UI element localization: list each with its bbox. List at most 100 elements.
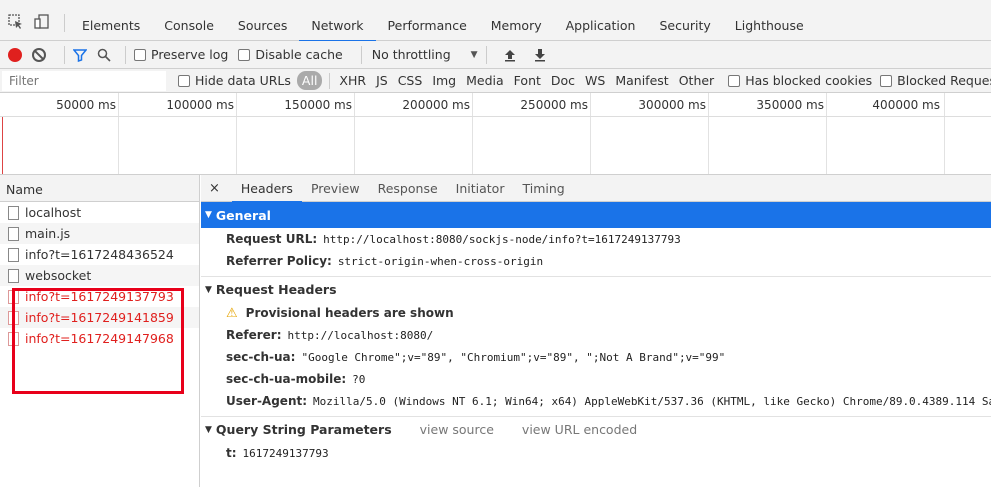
header-key: Referer: [226,328,282,342]
network-toolbar: Preserve log Disable cache No throttling… [0,41,991,69]
section-title: General [215,207,271,223]
tab-preview[interactable]: Preview [302,175,369,202]
gridline [944,117,945,174]
throttling-select[interactable]: No throttling ▼ [372,47,478,62]
header-row: sec-ch-ua: "Google Chrome";v="89", "Chro… [201,346,991,368]
filter-input[interactable] [2,70,166,91]
name-column-header[interactable]: Name [0,175,199,202]
request-row[interactable]: info?t=1617248436524 [0,244,199,265]
type-filter-manifest[interactable]: Manifest [611,71,672,90]
checkbox-box[interactable] [728,74,741,87]
section-title: Request Headers [215,282,337,297]
record-button[interactable] [8,47,22,62]
divider [329,72,331,89]
checkbox-box[interactable] [134,48,146,61]
timeline-tick: 200000 ms [402,98,470,112]
section-request-headers[interactable]: ▼ Request Headers [201,276,991,302]
tab-lighthouse[interactable]: Lighthouse [723,12,816,42]
request-row[interactable]: websocket [0,265,199,286]
tab-response[interactable]: Response [369,175,447,202]
disable-cache-checkbox[interactable]: Disable cache [238,47,343,62]
hide-data-urls-label: Hide data URLs [195,73,291,88]
tab-security[interactable]: Security [647,12,722,42]
file-icon [8,247,19,262]
tab-timing[interactable]: Timing [513,175,573,202]
tab-network[interactable]: Network [299,12,376,42]
filter-icon[interactable] [72,48,88,62]
header-row: User-Agent: Mozilla/5.0 (Windows NT 6.1;… [201,390,991,412]
divider [485,45,487,64]
tab-console[interactable]: Console [152,12,226,42]
header-value: http://localhost:8080/ [287,328,434,342]
preserve-log-label: Preserve log [151,47,229,62]
type-filter-other[interactable]: Other [675,71,719,90]
header-value: Mozilla/5.0 (Windows NT 6.1; Win64; x64)… [313,394,991,408]
timeline-tick: 300000 ms [638,98,706,112]
type-filter-img[interactable]: Img [428,71,460,90]
search-icon[interactable] [97,48,111,62]
has-blocked-cookies-checkbox[interactable]: Has blocked cookies [728,73,872,88]
tab-application[interactable]: Application [554,12,648,42]
gridline [354,117,355,174]
type-filter-css[interactable]: CSS [394,71,427,90]
request-row[interactable]: main.js [0,223,199,244]
param-row: t: 1617249137793 [201,442,991,464]
hide-data-urls-checkbox[interactable]: Hide data URLs [178,73,291,88]
timeline-overview[interactable]: 50000 ms 100000 ms 150000 ms 200000 ms 2… [0,93,991,175]
blocked-requests-checkbox[interactable]: Blocked Requests [880,73,991,88]
request-name: main.js [25,226,71,241]
import-har-icon[interactable] [503,48,517,62]
request-row[interactable]: localhost [0,202,199,223]
type-filter-ws[interactable]: WS [581,71,609,90]
gridline [708,93,709,116]
timeline-tick: 150000 ms [284,98,352,112]
view-source-link[interactable]: view source [420,422,494,437]
tab-sources[interactable]: Sources [226,12,299,42]
clear-button[interactable] [32,47,46,62]
file-icon [8,268,19,283]
tab-memory[interactable]: Memory [479,12,554,42]
type-filter-font[interactable]: Font [510,71,545,90]
gridline [118,117,119,174]
checkbox-box[interactable] [238,48,251,61]
inspect-element-icon[interactable] [8,14,24,30]
gridline [590,117,591,174]
detail-tabs: × Headers Preview Response Initiator Tim… [201,175,991,203]
param-key: t: [226,446,237,460]
header-key: Referrer Policy: [226,254,332,268]
gridline [236,93,237,116]
tab-elements[interactable]: Elements [70,12,152,42]
header-key: sec-ch-ua-mobile: [226,372,347,386]
resource-type-filters: All XHR JS CSS Img Media Font Doc WS Man… [296,71,720,90]
tab-initiator[interactable]: Initiator [447,175,514,202]
type-filter-doc[interactable]: Doc [547,71,579,90]
close-icon[interactable]: × [209,181,220,196]
timeline-tick: 50000 ms [56,98,116,112]
header-row: sec-ch-ua-mobile: ?0 [201,368,991,390]
preserve-log-checkbox[interactable]: Preserve log [134,47,228,62]
section-query-string-parameters[interactable]: ▼ Query String Parameters view source vi… [201,416,991,442]
header-value: strict-origin-when-cross-origin [337,254,544,268]
tab-headers[interactable]: Headers [231,175,302,203]
type-filter-media[interactable]: Media [462,71,508,90]
type-filter-js[interactable]: JS [372,71,392,90]
gridline [472,93,473,116]
export-har-icon[interactable] [533,48,547,62]
header-value: ?0 [352,372,366,386]
checkbox-box[interactable] [880,74,893,87]
blocked-requests-label: Blocked Requests [897,73,991,88]
section-title: Query String Parameters [215,422,392,437]
timeline-tick: 400000 ms [872,98,940,112]
device-toolbar-icon[interactable] [34,14,50,30]
gridline [944,93,945,116]
tab-performance[interactable]: Performance [376,12,479,42]
view-url-encoded-link[interactable]: view URL encoded [522,422,637,437]
timeline-load-marker [2,117,3,174]
header-row: Request URL: http://localhost:8080/sockj… [201,228,991,250]
section-general[interactable]: ▼ General [201,202,991,228]
type-filter-xhr[interactable]: XHR [335,71,370,90]
type-filter-all[interactable]: All [296,71,323,90]
checkbox-box[interactable] [178,74,190,87]
header-key: Request URL: [226,232,318,246]
gridline [472,117,473,174]
